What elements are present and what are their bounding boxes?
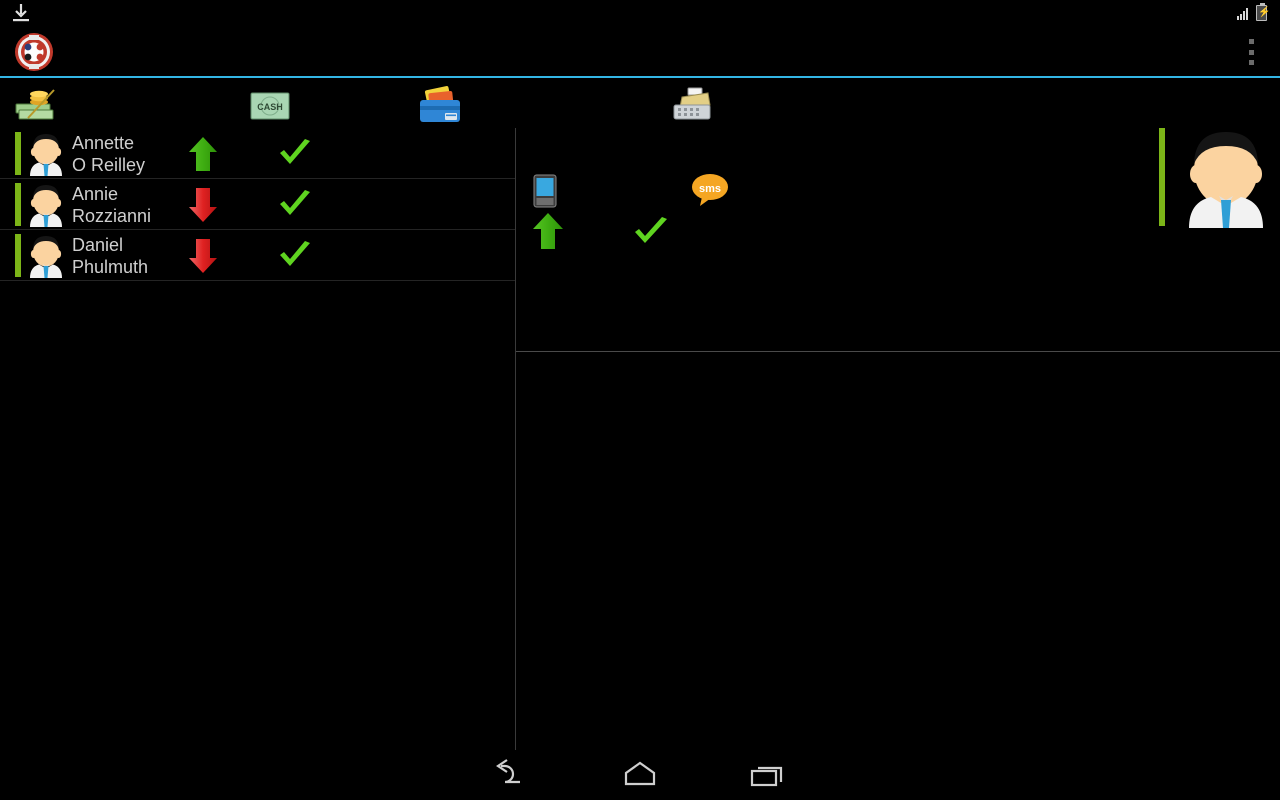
cash-register-icon	[673, 87, 711, 120]
green-check-icon	[635, 217, 667, 243]
wallet-cards-icon	[420, 86, 460, 122]
result-down-arrow-icon	[189, 239, 217, 273]
summary-item-rake-estimate	[14, 82, 74, 130]
cash-note-icon: CASH	[250, 92, 290, 120]
home-icon[interactable]	[610, 758, 670, 792]
player-list[interactable]: Annette O Reilley Annie Rozzianni Daniel Phul…	[0, 128, 515, 750]
money-stack-icon	[15, 89, 55, 120]
result-up-arrow-icon	[189, 137, 217, 171]
sms-button[interactable]: sms	[690, 172, 730, 208]
green-check-icon	[280, 241, 310, 266]
result-down-arrow-icon	[189, 188, 217, 222]
avatar	[30, 236, 62, 278]
summary-item-owed-by-house	[668, 82, 730, 130]
detail-tabs[interactable]	[516, 304, 1280, 351]
mobile-phone-icon	[533, 174, 557, 208]
status-bar: ⚡	[0, 0, 1280, 26]
avatar	[30, 185, 62, 227]
player-accent-bar	[15, 234, 21, 277]
transaction-log[interactable]	[516, 352, 1280, 750]
player-accent-bar	[15, 183, 21, 226]
battery-charging-icon: ⚡	[1256, 3, 1270, 21]
back-arrow-icon[interactable]	[482, 758, 542, 792]
player-row[interactable]: Annie Rozzianni	[0, 179, 515, 230]
green-check-icon	[280, 139, 310, 164]
action-bar-divider	[0, 76, 1280, 78]
detail-accent-bar	[1159, 128, 1165, 226]
avatar	[1189, 132, 1263, 228]
avatar	[30, 134, 62, 176]
player-detail-panel: sms	[516, 128, 1280, 750]
green-check-icon	[280, 190, 310, 215]
signal-bars-icon	[1229, 4, 1251, 22]
player-row[interactable]: Daniel Phulmuth	[0, 230, 515, 281]
player-row[interactable]: Annette O Reilley	[0, 128, 515, 179]
status-indicators: ⚡	[1229, 0, 1272, 26]
overflow-menu-icon[interactable]	[1240, 39, 1262, 65]
player-accent-bar	[15, 132, 21, 175]
summary-item-cash-in: CASH	[250, 82, 304, 130]
summary-item-owed-to-house	[418, 82, 480, 130]
poker-chip-icon[interactable]	[14, 32, 54, 72]
player-name: Daniel Phulmuth	[72, 235, 149, 277]
recent-apps-icon[interactable]	[738, 758, 798, 792]
download-icon	[13, 4, 29, 22]
player-name: Annette O Reilley	[72, 133, 146, 175]
player-name: Annie Rozzianni	[72, 184, 152, 226]
svg-text:sms: sms	[699, 183, 721, 195]
action-bar	[0, 26, 1280, 76]
android-nav-bar[interactable]	[0, 750, 1280, 800]
result-up-arrow-icon	[533, 213, 563, 249]
svg-text:CASH: CASH	[257, 102, 283, 112]
session-summary-bar: CASH	[0, 82, 1280, 130]
